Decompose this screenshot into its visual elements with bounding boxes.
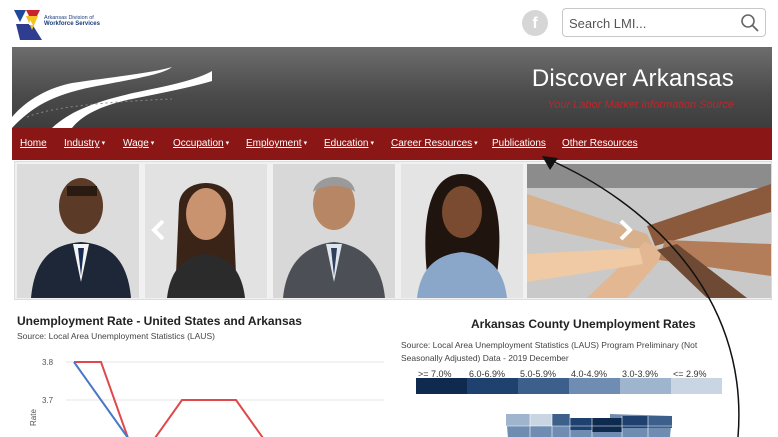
hero-banner: Discover Arkansas Your Labor Market Info… (12, 47, 772, 128)
search-icon[interactable] (739, 12, 761, 34)
nav-home[interactable]: Home (20, 138, 47, 149)
facebook-icon[interactable]: f (522, 10, 548, 36)
logo-text: Arkansas Division of Workforce Services (44, 15, 100, 27)
banner-subtitle: Your Labor Market Information Source (547, 99, 734, 111)
carousel-photo-3 (273, 164, 395, 298)
chevron-left-icon[interactable] (147, 217, 171, 243)
legend-swatch-5 (671, 378, 722, 394)
chevron-down-icon: ▾ (101, 140, 106, 147)
nav-career-resources[interactable]: Career Resources ▾ (391, 138, 478, 149)
nav-home-label: Home (20, 138, 47, 149)
nav-career-resources-label: Career Resources (391, 138, 473, 149)
nav-other-resources[interactable]: Other Resources (562, 138, 638, 149)
county-map-title: Arkansas County Unemployment Rates (471, 317, 696, 331)
chevron-down-icon: ▾ (225, 140, 230, 147)
legend-swatch-2 (518, 378, 569, 394)
chevron-down-icon: ▾ (150, 140, 155, 147)
y-tick-label-1: 3.7 (42, 396, 54, 405)
legend-swatch-3 (569, 378, 620, 394)
road-graphic (12, 67, 212, 128)
nav-publications-label: Publications (492, 138, 546, 149)
nav-wage[interactable]: Wage ▾ (123, 138, 154, 149)
legend-swatch-4 (620, 378, 671, 394)
nav-occupation[interactable]: Occupation ▾ (173, 138, 229, 149)
nav-wage-label: Wage (123, 138, 149, 149)
chevron-down-icon: ▾ (474, 140, 478, 147)
top-bar: Arkansas Division of Workforce Services … (0, 0, 778, 47)
nav-other-resources-label: Other Resources (562, 138, 638, 149)
chevron-right-icon[interactable] (613, 217, 637, 243)
county-map-source: Source: Local Area Unemployment Statisti… (401, 340, 698, 363)
arkansas-county-map[interactable] (500, 410, 690, 437)
us-chart-source: Source: Local Area Unemployment Statisti… (17, 331, 215, 341)
nav-publications[interactable]: Publications (492, 138, 546, 149)
carousel-photo-4 (401, 164, 523, 298)
legend-swatch-1 (467, 378, 518, 394)
banner-title: Discover Arkansas (531, 65, 734, 92)
nav-employment-label: Employment (246, 138, 302, 149)
nav-employment[interactable]: Employment ▾ (246, 138, 307, 149)
carousel-photo-1 (17, 164, 139, 298)
nav-industry[interactable]: Industry ▾ (64, 138, 105, 149)
y-axis-label: Rate (29, 409, 38, 426)
nav-occupation-label: Occupation (173, 138, 224, 149)
y-tick-label-0: 3.8 (42, 358, 54, 367)
chevron-down-icon: ▾ (370, 140, 374, 147)
nav-education[interactable]: Education ▾ (324, 138, 374, 149)
logo-line-2: Workforce Services (44, 21, 100, 27)
main-nav: Home Industry ▾ Wage ▾ Occupation ▾ Employm… (12, 128, 772, 160)
nav-industry-label: Industry (64, 138, 100, 149)
legend-swatch-0 (416, 378, 467, 394)
nav-education-label: Education (324, 138, 369, 149)
search-input[interactable] (569, 13, 739, 33)
photo-carousel (14, 161, 772, 300)
carousel-photo-5 (527, 164, 771, 298)
rate-legend (416, 378, 722, 394)
chevron-down-icon: ▾ (303, 140, 308, 147)
us-chart-title: Unemployment Rate - United States and Ar… (17, 314, 302, 328)
unemployment-line-chart: Rate 3.8 3.7 (29, 358, 384, 437)
search-box (562, 8, 766, 37)
